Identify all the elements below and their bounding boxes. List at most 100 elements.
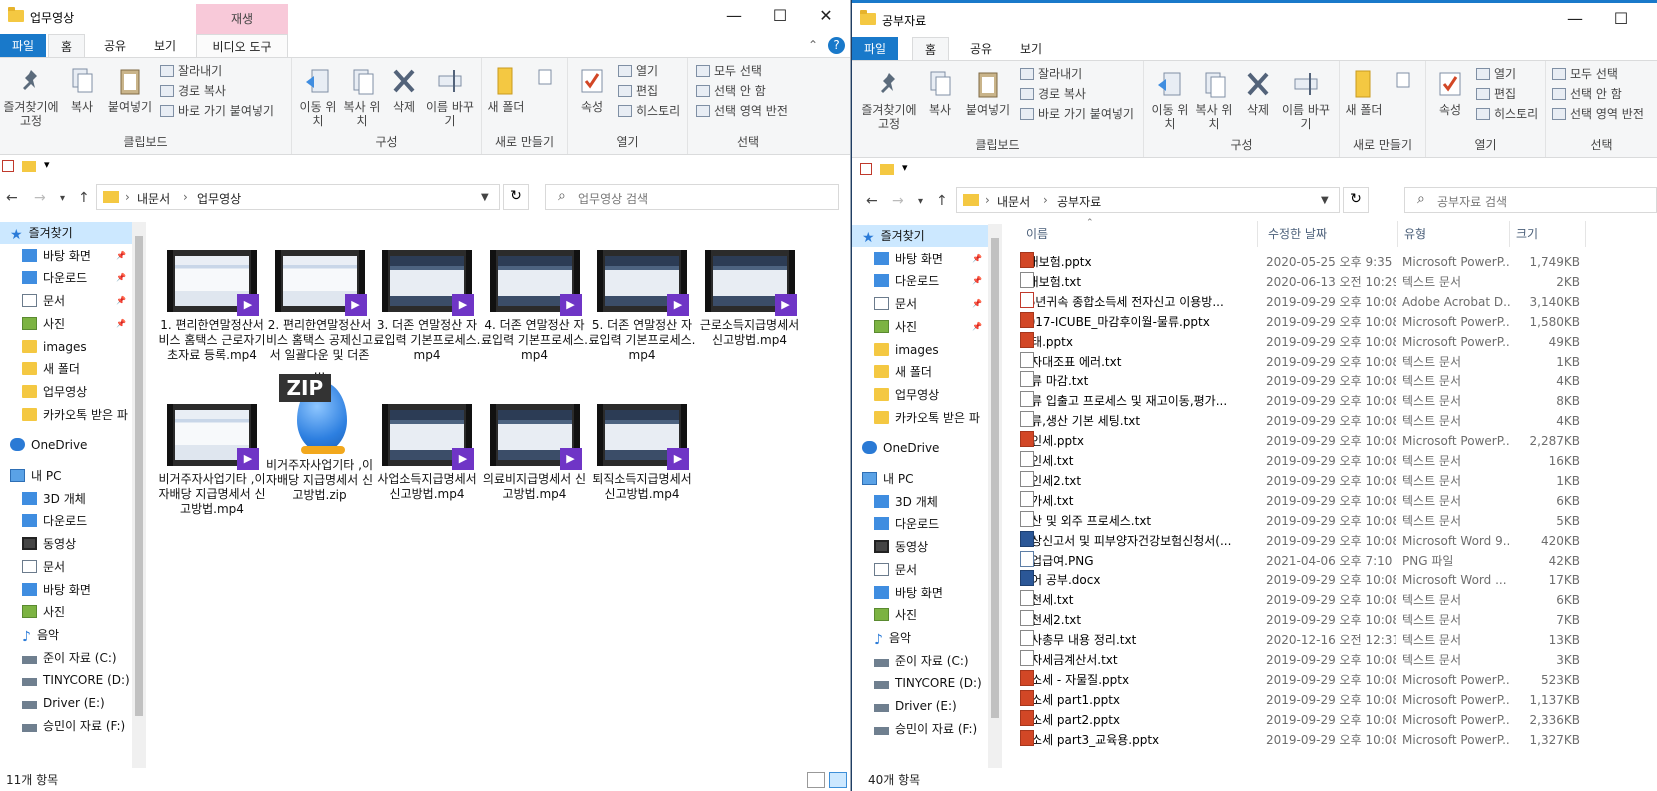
copy-path-button[interactable]: 경로 복사 — [160, 82, 226, 99]
breadcrumb-item[interactable]: 내문서 — [997, 193, 1030, 210]
large-icons-view-icon[interactable] — [829, 772, 847, 788]
pin-quick-access-button[interactable]: 즐겨찾기에 고정 — [858, 69, 920, 131]
file-tile[interactable]: ▶ 3. 더존 연말정산 자료입력 기본프로세스.mp4 — [373, 250, 481, 363]
chevron-down-icon[interactable]: ▼ — [481, 192, 489, 203]
nav-item[interactable]: 내 PC — [852, 468, 988, 490]
select-all-button[interactable]: 모두 선택 — [1552, 65, 1618, 82]
file-row[interactable]: 4대보험.pptx 2020-05-25 오후 9:35 Microsoft Pow… — [1020, 252, 1620, 272]
nav-scrollbar[interactable] — [988, 224, 1002, 768]
file-row[interactable]: 대자대조표 에러.txt 2019-09-29 오후 10:08 텍스트 문서 1KB — [1020, 351, 1620, 372]
file-tile[interactable]: ▶ 1. 편리한연말정산서비스 홈택스 근로자기초자료 등록.mp4 — [158, 250, 266, 363]
checkbox-icon[interactable] — [860, 163, 872, 175]
breadcrumb-item[interactable]: 업무영상 — [197, 190, 241, 207]
move-to-button[interactable]: 이동 위치 — [1150, 69, 1190, 131]
file-row[interactable]: 원천세.txt 2019-09-29 오후 10:08 텍스트 문서 6KB — [1020, 590, 1620, 610]
nav-item[interactable]: 사진 📌 — [0, 313, 132, 335]
nav-item[interactable]: ★ 즐겨찾기 — [852, 225, 988, 247]
nav-scrollbar[interactable] — [132, 222, 146, 768]
checkbox-icon[interactable] — [2, 160, 14, 172]
file-row[interactable]: 부가세.txt 2019-09-29 오후 10:08 텍스트 문서 6KB — [1020, 490, 1620, 511]
rename-button[interactable]: 이름 바꾸기 — [1282, 69, 1330, 131]
nav-item[interactable]: 새 폴더 — [852, 361, 988, 383]
up-icon[interactable]: ↑ — [936, 193, 948, 209]
cut-button[interactable]: 잘라내기 — [1020, 65, 1082, 82]
scrollbar-thumb[interactable] — [135, 236, 143, 716]
copy-to-button[interactable]: 복사 위치 — [342, 66, 382, 128]
nav-item[interactable]: 3D 개체 — [852, 491, 988, 513]
nav-item[interactable]: 문서 — [0, 556, 132, 578]
file-row[interactable]: 16년귀속 종합소득세 전자신고 이용방... 2019-09-29 오후 10:… — [1020, 291, 1620, 312]
file-row[interactable]: 물류 입출고 프로세스 및 재고이동,평가... 2019-09-29 오후 10… — [1020, 391, 1620, 411]
paste-shortcut-button[interactable]: 바로 가기 붙여넣기 — [1020, 105, 1134, 122]
nav-item[interactable]: Driver (E:) — [852, 695, 988, 717]
refresh-button[interactable]: ↻ — [503, 184, 529, 210]
nav-item[interactable]: 다운로드 — [0, 510, 132, 532]
maximize-button[interactable]: ☐ — [757, 0, 803, 32]
copy-path-button[interactable]: 경로 복사 — [1020, 85, 1086, 102]
edit-button[interactable]: 편집 — [618, 82, 658, 99]
nav-item[interactable]: 바탕 화면 📌 — [852, 248, 988, 270]
nav-item[interactable]: 문서 📌 — [0, 290, 132, 312]
customize-toolbar-icon[interactable]: ▾ — [44, 158, 50, 171]
nav-item[interactable]: 바탕 화면 — [0, 579, 132, 601]
nav-item[interactable]: images — [0, 336, 132, 358]
file-row[interactable]: 영어 공부.docx 2019-09-29 오후 10:08 Microsoft W… — [1020, 570, 1620, 590]
tab-file[interactable]: 파일 — [0, 34, 47, 58]
paste-button[interactable]: 붙여넣기 — [104, 66, 156, 114]
nav-item[interactable]: 승민이 자료 (F:) — [852, 718, 988, 740]
back-icon[interactable]: ← — [866, 193, 878, 209]
file-row[interactable]: 종소세 part3_교육용.pptx 2019-09-29 오후 10:08 Mic… — [1020, 729, 1620, 750]
back-icon[interactable]: ← — [6, 190, 18, 206]
nav-item[interactable]: 사진 — [0, 601, 132, 623]
new-folder-button[interactable]: 새 폴더 — [486, 66, 526, 114]
search-input[interactable]: 업무영상 검색 — [545, 184, 839, 210]
select-all-button[interactable]: 모두 선택 — [696, 62, 762, 79]
folder-icon[interactable] — [880, 164, 894, 175]
new-item-button[interactable] — [530, 66, 560, 100]
properties-button[interactable]: 속성 — [1428, 69, 1472, 117]
nav-item[interactable]: 3D 개체 — [0, 488, 132, 510]
nav-item[interactable]: OneDrive — [0, 434, 132, 456]
delete-button[interactable]: 삭제 — [384, 66, 424, 114]
maximize-button[interactable]: ☐ — [1598, 3, 1644, 35]
address-bar[interactable]: › 내문서 › 공부자료 ▼ — [956, 187, 1340, 213]
history-button[interactable]: 히스토리 — [618, 102, 680, 119]
nav-item[interactable]: ♪ 음악 — [0, 624, 132, 646]
select-none-button[interactable]: 선택 안 함 — [1552, 85, 1622, 102]
refresh-button[interactable]: ↻ — [1343, 187, 1369, 213]
address-bar[interactable]: › 내문서 › 업무영상 ▼ — [96, 184, 500, 210]
new-folder-button[interactable]: 새 폴더 — [1344, 69, 1384, 117]
rename-button[interactable]: 이름 바꾸기 — [426, 66, 474, 128]
paste-button[interactable]: 붙여넣기 — [962, 69, 1014, 117]
nav-item[interactable]: ♪ 음악 — [852, 627, 988, 649]
nav-item[interactable]: 다운로드 📌 — [0, 267, 132, 289]
file-row[interactable]: 근태.pptx 2019-09-29 오후 10:08 Microsoft Powe… — [1020, 331, 1620, 352]
file-tile[interactable]: ▶ 근로소득지급명세서 신고방법.mp4 — [696, 250, 804, 348]
minimize-button[interactable]: — — [711, 0, 757, 32]
nav-item[interactable]: 바탕 화면 — [852, 582, 988, 604]
file-row[interactable]: 법인세2.txt 2019-09-29 오후 10:08 텍스트 문서 1KB — [1020, 470, 1620, 491]
breadcrumb-item[interactable]: 공부자료 — [1057, 193, 1101, 210]
nav-item[interactable]: TINYCORE (D:) — [852, 672, 988, 694]
cut-button[interactable]: 잘라내기 — [160, 62, 222, 79]
file-tile[interactable]: ▶ 2. 편리한연말정산서비스 홈택스 공제신고서 일괄다운 및 더존 ... — [266, 250, 374, 378]
file-row[interactable]: 물류,생산 기본 세팅.txt 2019-09-29 오후 10:08 텍스트 문서… — [1020, 411, 1620, 431]
paste-shortcut-button[interactable]: 바로 가기 붙여넣기 — [160, 102, 274, 119]
nav-item[interactable]: 사진 — [852, 604, 988, 626]
file-row[interactable]: 실업급여.PNG 2021-04-06 오후 7:10 PNG 파일 42KB — [1020, 550, 1620, 571]
file-tile[interactable]: ▶ 비거주자사업기타 ,이자배당 지급명세서 신고방법.mp4 — [158, 404, 266, 517]
file-row[interactable]: 종소세 - 자물질.pptx 2019-09-29 오후 10:08 Microso… — [1020, 669, 1620, 690]
edit-button[interactable]: 편집 — [1476, 85, 1516, 102]
nav-item[interactable]: 내 PC — [0, 465, 132, 487]
tab-video-tools[interactable]: 비디오 도구 — [196, 34, 288, 58]
customize-toolbar-icon[interactable]: ▾ — [902, 161, 908, 174]
breadcrumb-item[interactable]: 내문서 — [137, 190, 170, 207]
invert-selection-button[interactable]: 선택 영역 반전 — [696, 102, 788, 119]
file-tile[interactable]: ▶ 사업소득지급명세서 신고방법.mp4 — [373, 404, 481, 502]
nav-item[interactable]: 업무영상 — [852, 384, 988, 406]
nav-item[interactable]: 카카오톡 받은 파 — [0, 404, 132, 426]
file-row[interactable]: 전자세금계산서.txt 2019-09-29 오후 10:08 텍스트 문서 3KB — [1020, 650, 1620, 670]
move-to-button[interactable]: 이동 위치 — [298, 66, 338, 128]
scrollbar-thumb[interactable] — [991, 238, 999, 718]
pin-quick-access-button[interactable]: 즐겨찾기에 고정 — [0, 66, 62, 128]
